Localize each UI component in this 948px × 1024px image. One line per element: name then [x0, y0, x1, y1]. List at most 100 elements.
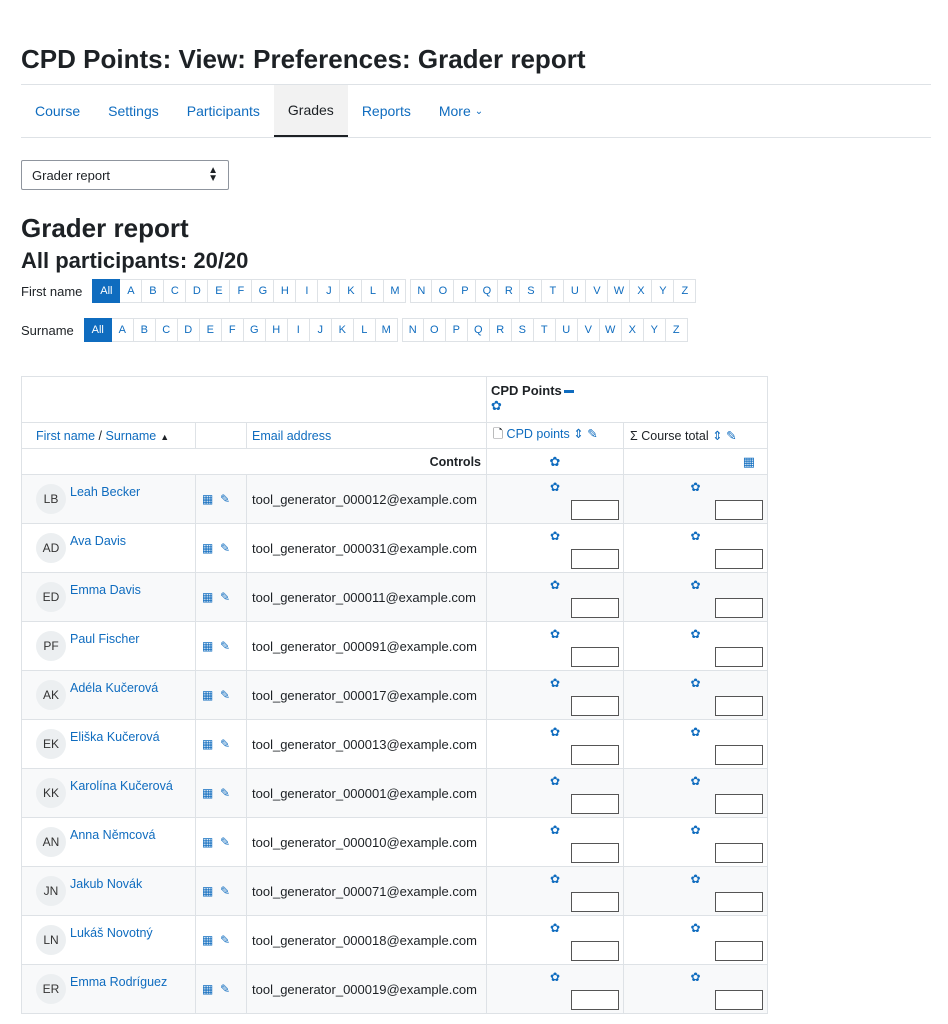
surname-letter-f[interactable]: F	[221, 318, 244, 342]
pencil-icon[interactable]: ✎	[220, 688, 230, 702]
surname-letter-g[interactable]: G	[243, 318, 266, 342]
user-name-link[interactable]: Anna Němcová	[70, 828, 155, 842]
sort-surname-link[interactable]: Surname	[106, 429, 157, 443]
pencil-icon[interactable]: ✎	[587, 427, 597, 441]
cpd-grade-input[interactable]	[571, 500, 619, 520]
cog-icon[interactable]: ✿	[550, 921, 560, 935]
cog-icon[interactable]: ✿	[550, 872, 560, 886]
table-icon[interactable]: ▦	[202, 590, 213, 604]
cog-icon[interactable]: ✿	[550, 529, 560, 543]
pencil-icon[interactable]: ✎	[220, 884, 230, 898]
table-icon[interactable]: ▦	[202, 541, 213, 555]
first-name-letter-q[interactable]: Q	[476, 279, 499, 303]
cog-icon[interactable]: ✿	[550, 627, 560, 641]
surname-letter-t[interactable]: T	[533, 318, 556, 342]
cog-icon[interactable]: ✿	[690, 872, 700, 886]
cog-icon[interactable]: ✿	[690, 480, 700, 494]
pencil-icon[interactable]: ✎	[220, 541, 230, 555]
user-name-link[interactable]: Paul Fischer	[70, 632, 139, 646]
table-icon[interactable]: ▦	[202, 492, 213, 506]
table-icon[interactable]: ▦	[202, 639, 213, 653]
surname-letter-i[interactable]: I	[287, 318, 310, 342]
table-icon[interactable]: ▦	[202, 933, 213, 947]
total-grade-input[interactable]	[715, 549, 763, 569]
calculator-icon[interactable]: ▦	[743, 454, 755, 469]
surname-letter-w[interactable]: W	[599, 318, 622, 342]
total-grade-input[interactable]	[715, 892, 763, 912]
cog-icon[interactable]: ✿	[690, 774, 700, 788]
surname-letter-h[interactable]: H	[265, 318, 288, 342]
surname-letter-x[interactable]: X	[621, 318, 644, 342]
surname-letter-o[interactable]: O	[423, 318, 446, 342]
first-name-letter-z[interactable]: Z	[674, 279, 697, 303]
surname-letter-p[interactable]: P	[445, 318, 468, 342]
sort-icon[interactable]: ⇕	[573, 427, 583, 441]
first-name-letter-l[interactable]: L	[362, 279, 385, 303]
total-grade-input[interactable]	[715, 745, 763, 765]
cog-icon[interactable]: ✿	[690, 823, 700, 837]
cog-icon[interactable]: ✿	[550, 725, 560, 739]
surname-letter-u[interactable]: U	[555, 318, 578, 342]
user-name-link[interactable]: Adéla Kučerová	[70, 681, 158, 695]
user-name-link[interactable]: Ava Davis	[70, 534, 126, 548]
sort-icon[interactable]: ⇕	[712, 429, 722, 443]
first-name-letter-p[interactable]: P	[454, 279, 477, 303]
cog-icon[interactable]: ✿	[550, 480, 560, 494]
pencil-icon[interactable]: ✎	[220, 786, 230, 800]
cpd-grade-input[interactable]	[571, 892, 619, 912]
first-name-letter-c[interactable]: C	[164, 279, 187, 303]
surname-letter-v[interactable]: V	[577, 318, 600, 342]
tab-grades[interactable]: Grades	[273, 85, 348, 137]
tab-more[interactable]: More ⌄	[425, 85, 497, 137]
pencil-icon[interactable]: ✎	[726, 429, 736, 443]
tab-reports[interactable]: Reports	[348, 85, 425, 137]
surname-letter-j[interactable]: J	[309, 318, 332, 342]
collapse-icon[interactable]	[563, 390, 574, 394]
pencil-icon[interactable]: ✎	[220, 835, 230, 849]
pencil-icon[interactable]: ✎	[220, 639, 230, 653]
table-icon[interactable]: ▦	[202, 835, 213, 849]
user-name-link[interactable]: Leah Becker	[70, 485, 140, 499]
surname-letter-b[interactable]: B	[133, 318, 156, 342]
surname-letter-e[interactable]: E	[199, 318, 222, 342]
cog-icon[interactable]: ✿	[690, 627, 700, 641]
cpd-grade-input[interactable]	[571, 941, 619, 961]
surname-letter-l[interactable]: L	[353, 318, 376, 342]
table-icon[interactable]: ▦	[202, 737, 213, 751]
cog-icon[interactable]: ✿	[550, 970, 560, 984]
surname-letter-a[interactable]: A	[111, 318, 134, 342]
first-name-letter-w[interactable]: W	[608, 279, 631, 303]
tab-course[interactable]: Course	[21, 85, 94, 137]
surname-letter-z[interactable]: Z	[665, 318, 688, 342]
cog-icon[interactable]: ✿	[491, 398, 502, 413]
first-name-letter-o[interactable]: O	[432, 279, 455, 303]
surname-letter-k[interactable]: K	[331, 318, 354, 342]
cog-icon[interactable]: ✿	[550, 578, 560, 592]
surname-letter-c[interactable]: C	[155, 318, 178, 342]
tab-settings[interactable]: Settings	[94, 85, 173, 137]
pencil-icon[interactable]: ✎	[220, 982, 230, 996]
surname-letter-n[interactable]: N	[401, 318, 424, 342]
table-icon[interactable]: ▦	[202, 786, 213, 800]
user-name-link[interactable]: Jakub Novák	[70, 877, 142, 891]
total-grade-input[interactable]	[715, 696, 763, 716]
pencil-icon[interactable]: ✎	[220, 590, 230, 604]
cpd-grade-input[interactable]	[571, 598, 619, 618]
first-name-letter-s[interactable]: S	[520, 279, 543, 303]
user-name-link[interactable]: Emma Davis	[70, 583, 141, 597]
surname-letter-r[interactable]: R	[489, 318, 512, 342]
first-name-letter-i[interactable]: I	[296, 279, 319, 303]
first-name-letter-v[interactable]: V	[586, 279, 609, 303]
first-name-letter-x[interactable]: X	[630, 279, 653, 303]
first-name-letter-r[interactable]: R	[498, 279, 521, 303]
first-name-letter-k[interactable]: K	[340, 279, 363, 303]
cog-icon[interactable]: ✿	[550, 774, 560, 788]
first-name-letter-u[interactable]: U	[564, 279, 587, 303]
cog-icon[interactable]: ✿	[690, 725, 700, 739]
cpd-grade-input[interactable]	[571, 696, 619, 716]
user-name-link[interactable]: Emma Rodríguez	[70, 975, 167, 989]
surname-letter-y[interactable]: Y	[643, 318, 666, 342]
tab-participants[interactable]: Participants	[173, 85, 274, 137]
sort-email-link[interactable]: Email address	[252, 429, 331, 443]
total-grade-input[interactable]	[715, 500, 763, 520]
